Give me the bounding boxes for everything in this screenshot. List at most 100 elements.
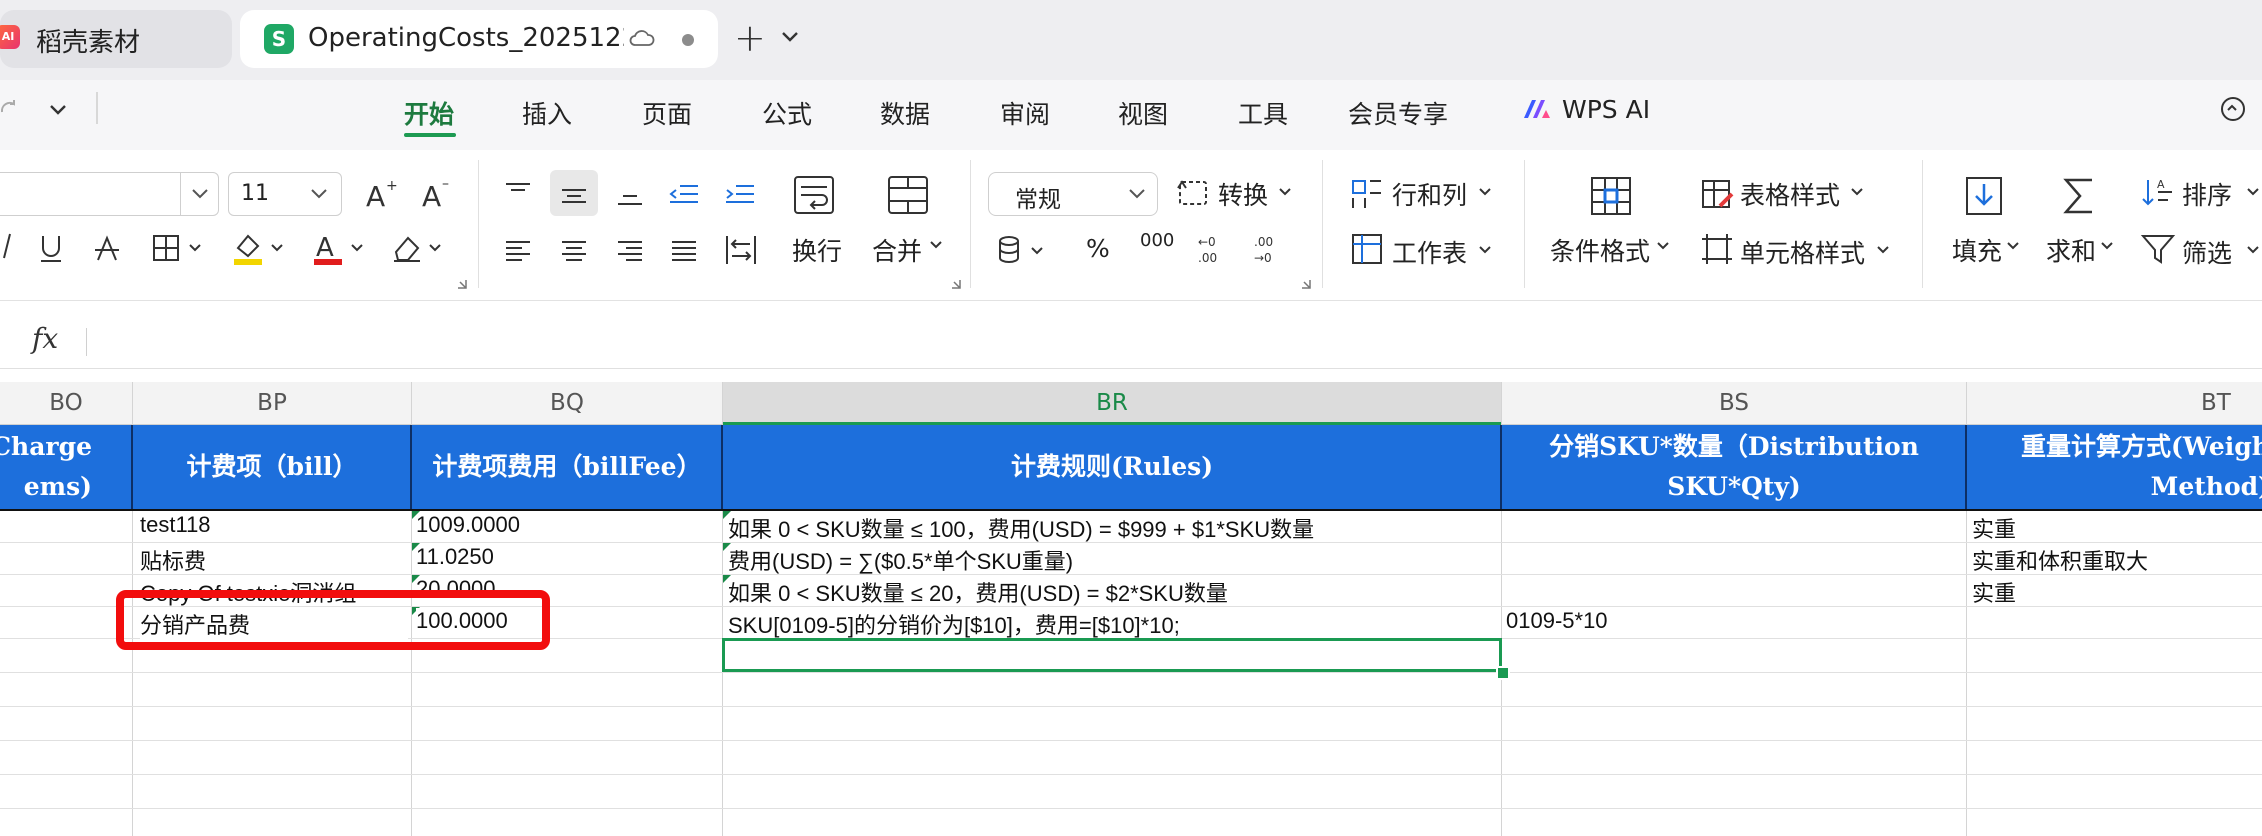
percent-button[interactable]: % [1086,234,1110,263]
column-header-bs[interactable]: BS [1502,382,1966,424]
menu-page[interactable]: 页面 [642,95,692,131]
cell-style-icon[interactable] [1700,232,1734,266]
rows-columns-icon[interactable] [1350,178,1384,210]
header-cell-bt[interactable]: 重量计算方式(Weigh Method) [1967,425,2262,509]
align-left-icon[interactable] [502,236,534,264]
fill-color-icon[interactable] [232,230,288,266]
sort-label[interactable]: 排序 [2182,176,2232,212]
menu-data[interactable]: 数据 [880,95,930,131]
align-right-icon[interactable] [614,236,646,264]
cell-bp-row2[interactable]: 贴标费 [140,544,408,576]
wrap-text-label[interactable]: 换行 [792,232,842,268]
decrease-decimal-icon[interactable]: .00→0 [1250,232,1284,266]
cloud-icon[interactable] [628,28,656,48]
quick-access-chevron-icon[interactable] [48,103,68,116]
cell-bt-row1[interactable]: 实重 [1972,512,2262,544]
align-center-icon[interactable] [558,236,590,264]
clear-format-icon[interactable] [390,232,446,264]
cloud-sync-icon[interactable] [2218,94,2248,124]
borders-icon[interactable] [152,234,204,262]
fill-icon[interactable] [1964,174,2004,218]
header-cell-bo[interactable]: (Charge ems) [0,425,132,509]
filter-label[interactable]: 筛选 [2182,234,2232,270]
conditional-format-icon[interactable] [1588,174,1634,218]
cell-br-row1[interactable]: 如果 0 < SKU数量 ≤ 100，费用(USD) = $999 + $1*S… [728,512,1498,544]
merge-cells-icon[interactable] [886,174,930,216]
sum-icon[interactable] [2060,174,2098,218]
decrease-indent-icon[interactable] [668,180,700,208]
currency-stack-icon[interactable] [996,234,1048,266]
number-dialog-launcher-icon[interactable] [1300,278,1312,290]
conditional-format-label[interactable]: 条件格式 [1550,232,1650,268]
worksheet-icon[interactable] [1350,232,1384,266]
increase-indent-icon[interactable] [724,180,756,208]
align-bottom-icon[interactable] [614,180,646,208]
table-style-label[interactable]: 表格样式 [1740,176,1840,212]
menu-home[interactable]: 开始 [404,95,454,131]
cell-bs-row4[interactable]: 0109-5*10 [1506,608,1958,634]
justify-icon[interactable] [668,236,700,264]
fill-handle[interactable] [1496,666,1510,680]
menu-member[interactable]: 会员专享 [1348,95,1448,131]
chevron-down-icon[interactable] [780,30,800,44]
column-header-bq[interactable]: BQ [412,382,722,424]
wrap-text-icon[interactable] [792,174,836,216]
table-style-icon[interactable] [1700,178,1734,210]
new-tab-button[interactable]: + [734,16,766,60]
column-header-br[interactable]: BR [723,382,1501,425]
alignment-dialog-launcher-icon[interactable] [950,278,962,290]
column-header-bp[interactable]: BP [133,382,411,424]
redo-icon[interactable] [0,98,18,118]
column-header-bt[interactable]: BT [1967,382,2262,424]
increase-font-icon[interactable]: A + [364,176,400,210]
font-size-select[interactable]: 11 [228,172,342,216]
tab-title-operating-costs[interactable]: OperatingCosts_20251225 [308,23,624,53]
decrease-font-icon[interactable]: A – [420,176,456,210]
header-cell-bp[interactable]: 计费项（bill） [133,425,411,509]
header-cell-bs[interactable]: 分销SKU*数量（Distribution SKU*Qty) [1502,425,1966,509]
column-header-bo[interactable]: BO [0,382,132,424]
convert-icon[interactable] [1176,178,1210,208]
rows-columns-label[interactable]: 行和列 [1392,176,1467,212]
italic-icon[interactable] [0,230,12,262]
cell-br-row2[interactable]: 费用(USD) = ∑($0.5*单个SKU重量) [728,544,1498,576]
number-format-select[interactable]: 常规 [988,172,1158,216]
cell-br-row3[interactable]: 如果 0 < SKU数量 ≤ 20，费用(USD) = $2*SKU数量 [728,576,1498,608]
header-cell-bq[interactable]: 计费项费用（billFee） [412,425,722,509]
convert-label[interactable]: 转换 [1218,176,1268,212]
cell-bq-row2[interactable]: 11.0250 [416,544,716,570]
fill-label[interactable]: 填充 [1952,232,2002,268]
increase-decimal-icon[interactable]: ←0.00 [1194,232,1228,266]
worksheet-label[interactable]: 工作表 [1392,234,1467,270]
menu-insert[interactable]: 插入 [522,95,572,131]
font-color-icon[interactable]: A [312,230,368,266]
sum-label[interactable]: 求和 [2046,232,2096,268]
cell-bt-row3[interactable]: 实重 [1972,576,2262,608]
cell-bt-row2[interactable]: 实重和体积重取大 [1972,544,2262,576]
menu-review[interactable]: 审阅 [1000,95,1050,131]
font-dialog-launcher-icon[interactable] [456,278,468,290]
font-family-select[interactable] [0,172,219,216]
thousands-separator-button[interactable]: 000 [1140,230,1174,251]
tab-title-daoke[interactable]: 稻壳素材 [36,22,140,59]
align-top-icon[interactable] [502,178,534,206]
active-cell-selection[interactable] [722,638,1502,672]
align-middle-icon[interactable] [558,180,590,208]
cell-bq-row1[interactable]: 1009.0000 [416,512,716,538]
cell-style-label[interactable]: 单元格样式 [1740,234,1865,270]
menu-tools[interactable]: 工具 [1238,95,1288,131]
fx-icon[interactable]: fx [32,322,58,355]
distribute-icon[interactable] [724,234,758,266]
menu-view[interactable]: 视图 [1118,95,1168,131]
formula-bar[interactable] [0,316,2262,369]
filter-icon[interactable] [2140,232,2176,266]
menu-formula[interactable]: 公式 [762,95,812,131]
sort-icon[interactable]: A [2140,176,2176,210]
menu-wps-ai[interactable]: WPS AI [1562,95,1650,124]
header-cell-br[interactable]: 计费规则(Rules) [723,425,1501,509]
cell-br-row4[interactable]: SKU[0109-5]的分销价为[$10]，费用=[$10]*10; [728,608,1498,640]
cell-bp-row1[interactable]: test118 [140,512,408,538]
underline-icon[interactable] [38,232,64,264]
strikethrough-icon[interactable] [92,232,122,264]
merge-cells-label[interactable]: 合并 [872,232,922,268]
